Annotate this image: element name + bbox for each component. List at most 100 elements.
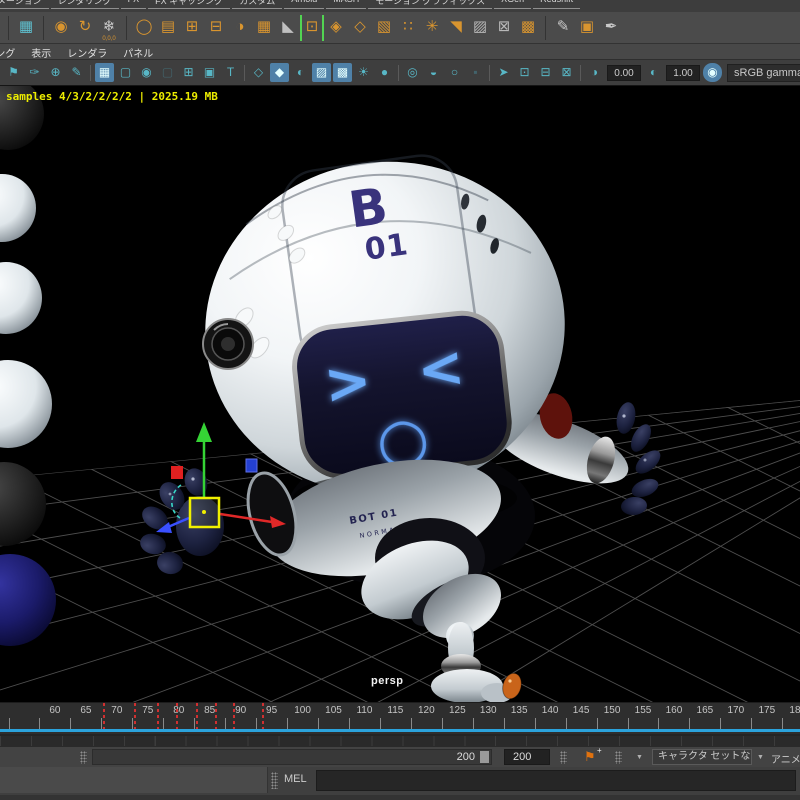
add-bookmark-icon[interactable]: ⚑+ bbox=[584, 749, 596, 765]
zero-transforms-icon[interactable]: ❄0,0,0 bbox=[97, 15, 121, 41]
current-time-field[interactable]: 200 bbox=[504, 749, 550, 765]
frame-label-160[interactable]: 160 bbox=[666, 705, 683, 716]
pencil-icon[interactable]: ✎ bbox=[67, 63, 86, 82]
menu-item-3[interactable]: FX キャッシング bbox=[148, 0, 230, 9]
mash-world-icon[interactable]: ▤ bbox=[156, 15, 180, 41]
frame-label-180[interactable]: 180 bbox=[789, 705, 800, 716]
textured-icon[interactable]: ▨ bbox=[312, 63, 331, 82]
frame-label-75[interactable]: 75 bbox=[142, 705, 153, 716]
panel-menu-item-0[interactable]: ライティング bbox=[0, 44, 23, 59]
grid-icon[interactable]: ▦ bbox=[95, 63, 114, 82]
keyframe-tick[interactable] bbox=[233, 703, 235, 729]
dot-pencil-icon[interactable]: ✒ bbox=[599, 15, 623, 41]
keyframe-tick[interactable] bbox=[103, 703, 105, 729]
select-cursor-icon[interactable]: ➤ bbox=[494, 63, 513, 82]
drag-grip-icon[interactable] bbox=[560, 751, 567, 764]
mash-cube-icon[interactable]: ▧ bbox=[372, 15, 396, 41]
mash-blend-icon[interactable]: ◑ bbox=[228, 15, 252, 41]
contrast-icon[interactable]: ◐ bbox=[644, 63, 663, 82]
viewport-panel[interactable]: B 01 bbox=[0, 86, 800, 702]
frame-label-100[interactable]: 100 bbox=[294, 705, 311, 716]
mash-add-icon[interactable]: ⊞ bbox=[180, 15, 204, 41]
frame-label-155[interactable]: 155 bbox=[635, 705, 652, 716]
frame-label-65[interactable]: 65 bbox=[80, 705, 91, 716]
frame-label-150[interactable]: 150 bbox=[604, 705, 621, 716]
gamma-toggle-icon[interactable]: ◉ bbox=[703, 63, 722, 82]
frame-label-95[interactable]: 95 bbox=[266, 705, 277, 716]
mash-stack-icon[interactable]: ▨ bbox=[468, 15, 492, 41]
mash-layers-icon[interactable]: ◇ bbox=[348, 15, 372, 41]
keyframe-tick[interactable] bbox=[157, 703, 159, 729]
exposure-icon[interactable]: ◑ bbox=[585, 63, 604, 82]
manipulator-xz-plane[interactable] bbox=[171, 466, 183, 479]
frame-label-110[interactable]: 110 bbox=[356, 705, 372, 716]
robot-face-screen[interactable]: > < ○ bbox=[291, 309, 514, 485]
frame-label-115[interactable]: 115 bbox=[387, 705, 403, 716]
frame-label-125[interactable]: 125 bbox=[449, 705, 466, 716]
mash-wheel-icon[interactable]: ✳ bbox=[420, 15, 444, 41]
occlusion-icon[interactable]: ◎ bbox=[403, 63, 422, 82]
anti-alias-icon[interactable]: ◒ bbox=[424, 63, 443, 82]
playback-range-track[interactable]: 200 bbox=[92, 749, 492, 765]
menu-item-7[interactable]: モーション グラフィックス bbox=[368, 0, 492, 9]
character-set-field[interactable]: キャラクタ セットなし bbox=[652, 749, 752, 765]
drag-grip-icon[interactable] bbox=[615, 751, 622, 764]
film-gate-icon[interactable]: ▢ bbox=[116, 63, 135, 82]
menu-item-2[interactable]: FX bbox=[121, 0, 147, 9]
keyframe-tick[interactable] bbox=[215, 703, 217, 729]
drag-grip-icon[interactable] bbox=[271, 772, 278, 789]
smooth-shaded-icon[interactable]: ◆ bbox=[270, 63, 289, 82]
keyframe-tick[interactable] bbox=[134, 703, 136, 729]
time-editor-icon[interactable]: ↻ bbox=[73, 15, 97, 41]
gate-mask-icon[interactable]: ▢ bbox=[158, 63, 177, 82]
mash-globe-icon[interactable]: ▩ bbox=[516, 15, 540, 41]
exposure-field[interactable]: 0.00 bbox=[607, 65, 641, 81]
mel-command-input[interactable] bbox=[316, 770, 796, 791]
frame-label-60[interactable]: 60 bbox=[49, 705, 60, 716]
motion-blur-icon[interactable]: ○ bbox=[445, 63, 464, 82]
frame-label-175[interactable]: 175 bbox=[758, 705, 775, 716]
default-material-icon[interactable]: ◐ bbox=[291, 63, 310, 82]
mash-waiter-icon[interactable]: ◯ bbox=[132, 15, 156, 41]
manipulator-xy-plane[interactable] bbox=[246, 459, 257, 472]
mash-shape-icon[interactable]: ◈ bbox=[324, 15, 348, 41]
animation-preferences-button[interactable]: アニメーション bbox=[771, 751, 800, 766]
drag-grip-icon[interactable] bbox=[80, 751, 87, 764]
chevron-down-icon[interactable]: ▼ bbox=[636, 754, 643, 761]
hud-text-icon[interactable]: T bbox=[221, 63, 240, 82]
frame-label-140[interactable]: 140 bbox=[542, 705, 559, 716]
gamma-field[interactable]: 1.00 bbox=[666, 65, 700, 81]
shadows-icon[interactable]: ● bbox=[375, 63, 394, 82]
wireframe-on-shaded-icon[interactable]: ▩ bbox=[333, 63, 352, 82]
menu-item-8[interactable]: XGen bbox=[494, 0, 531, 9]
ui-window-icon[interactable]: ▦ bbox=[14, 15, 38, 41]
menu-item-0[interactable]: アニメーション bbox=[0, 0, 49, 9]
range-handle[interactable] bbox=[480, 751, 489, 763]
field-chart-icon[interactable]: ⊞ bbox=[179, 63, 198, 82]
mash-grid-icon[interactable]: ▦ bbox=[252, 15, 276, 41]
menu-item-9[interactable]: Redshift bbox=[533, 0, 580, 9]
frame-label-145[interactable]: 145 bbox=[573, 705, 590, 716]
timeline-ruler[interactable]: 6065707580859095100105110115120125130135… bbox=[0, 703, 800, 729]
turntable-icon[interactable]: ◉ bbox=[49, 15, 73, 41]
frame-label-80[interactable]: 80 bbox=[173, 705, 184, 716]
frame-label-120[interactable]: 120 bbox=[418, 705, 435, 716]
menu-item-6[interactable]: MASH bbox=[326, 0, 366, 9]
mel-language-toggle[interactable]: MEL bbox=[284, 773, 307, 785]
lights-icon[interactable]: ☀ bbox=[354, 63, 373, 82]
frame-label-165[interactable]: 165 bbox=[697, 705, 714, 716]
frame-label-135[interactable]: 135 bbox=[511, 705, 528, 716]
frame-label-85[interactable]: 85 bbox=[204, 705, 215, 716]
menu-item-4[interactable]: カスタム bbox=[232, 0, 282, 9]
wireframe-icon[interactable]: ◇ bbox=[249, 63, 268, 82]
keyframe-tick[interactable] bbox=[262, 703, 264, 729]
chevron-down-icon[interactable]: ▼ bbox=[757, 754, 764, 761]
annotate-icon[interactable]: ✑ bbox=[25, 63, 44, 82]
frame-label-70[interactable]: 70 bbox=[111, 705, 122, 716]
snap-icon[interactable]: ⊕ bbox=[46, 63, 65, 82]
mash-rotate-icon[interactable]: ◣ bbox=[276, 15, 300, 41]
bookmark-icon[interactable]: ⚑ bbox=[4, 63, 23, 82]
image-plane-icon[interactable]: ▣ bbox=[200, 63, 219, 82]
keyframe-tick[interactable] bbox=[196, 703, 198, 729]
mash-frame-icon[interactable]: ⊠ bbox=[492, 15, 516, 41]
